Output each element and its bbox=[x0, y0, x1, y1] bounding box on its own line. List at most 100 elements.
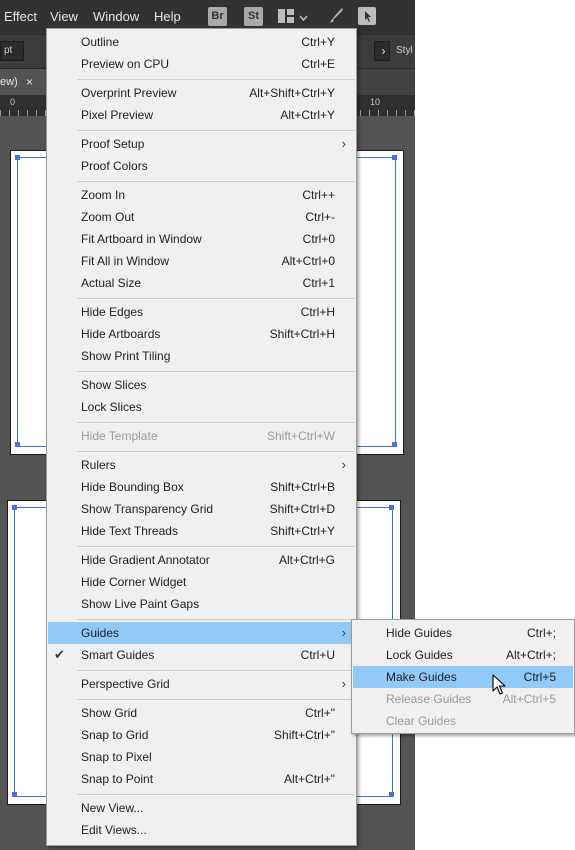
menu-item-proof-colors[interactable]: Proof Colors bbox=[48, 155, 355, 177]
menu-item-guides[interactable]: Guides › bbox=[48, 622, 355, 644]
menu-separator bbox=[77, 422, 355, 423]
menu-item-show-transparency-grid[interactable]: Show Transparency Grid Shift+Ctrl+D bbox=[48, 498, 355, 520]
menu-separator bbox=[77, 181, 355, 182]
menu-item-label: Hide Bounding Box bbox=[81, 480, 184, 494]
menu-item-hide-gradient-annotator[interactable]: Hide Gradient Annotator Alt+Ctrl+G bbox=[48, 549, 355, 571]
selection-handle[interactable] bbox=[15, 442, 20, 447]
menu-item-overprint-preview[interactable]: Overprint Preview Alt+Shift+Ctrl+Y bbox=[48, 82, 355, 104]
close-icon[interactable]: × bbox=[26, 69, 33, 96]
menu-separator bbox=[77, 699, 355, 700]
menu-item-show-print-tiling[interactable]: Show Print Tiling bbox=[48, 345, 355, 367]
menu-separator bbox=[77, 130, 355, 131]
selection-handle[interactable] bbox=[15, 155, 20, 160]
menu-item-label: New View... bbox=[81, 801, 144, 815]
ruler-label: 10 bbox=[370, 97, 381, 107]
menu-item-shortcut: Alt+Shift+Ctrl+Y bbox=[249, 86, 335, 100]
document-tab-title: ew) bbox=[0, 76, 18, 88]
arrange-documents-icon[interactable] bbox=[278, 9, 294, 23]
menu-item-label: Release Guides bbox=[386, 692, 472, 706]
menu-separator bbox=[77, 451, 355, 452]
menu-item-label: Edit Views... bbox=[81, 823, 147, 837]
menu-item-hide-template: Hide Template Shift+Ctrl+W bbox=[48, 425, 355, 447]
menu-item-edit-views[interactable]: Edit Views... bbox=[48, 819, 355, 841]
menu-item-lock-slices[interactable]: Lock Slices bbox=[48, 396, 355, 418]
chevron-down-icon[interactable] bbox=[299, 11, 308, 25]
menu-item-snap-to-pixel[interactable]: Snap to Pixel bbox=[48, 746, 355, 768]
menu-item-shortcut: Ctrl+; bbox=[526, 626, 556, 640]
menu-item-shortcut: Ctrl+U bbox=[300, 648, 335, 662]
menu-item-proof-setup[interactable]: Proof Setup › bbox=[48, 133, 355, 155]
menu-item-label: Smart Guides bbox=[81, 648, 155, 662]
menu-item-hide-text-threads[interactable]: Hide Text Threads Shift+Ctrl+Y bbox=[48, 520, 355, 542]
menu-item-fit-artboard[interactable]: Fit Artboard in Window Ctrl+0 bbox=[48, 228, 355, 250]
menu-item-shortcut: Ctrl+5 bbox=[523, 670, 556, 684]
chevron-right-icon: › bbox=[341, 457, 346, 472]
menu-item-smart-guides[interactable]: ✔ Smart Guides Ctrl+U bbox=[48, 644, 355, 666]
rocket-icon[interactable] bbox=[327, 6, 345, 29]
menu-item-hide-corner-widget[interactable]: Hide Corner Widget bbox=[48, 571, 355, 593]
chevron-right-icon[interactable]: › bbox=[374, 41, 390, 61]
menu-item-label: Guides bbox=[81, 626, 120, 640]
menu-item-hide-edges[interactable]: Hide Edges Ctrl+H bbox=[48, 301, 355, 323]
chevron-right-icon: › bbox=[341, 676, 346, 691]
checkmark-icon: ✔ bbox=[54, 647, 65, 662]
menu-item-label: Show Slices bbox=[81, 378, 147, 392]
menu-item-label: Lock Slices bbox=[81, 400, 142, 414]
menu-item-shortcut: Ctrl++ bbox=[302, 188, 335, 202]
menu-item-shortcut: Ctrl+Y bbox=[301, 35, 335, 49]
menu-item-label: Overprint Preview bbox=[81, 86, 177, 100]
menu-item-zoom-out[interactable]: Zoom Out Ctrl+- bbox=[48, 206, 355, 228]
gpu-performance-icon[interactable] bbox=[358, 7, 376, 25]
menu-item-rulers[interactable]: Rulers › bbox=[48, 454, 355, 476]
stock-icon[interactable]: St bbox=[244, 7, 263, 26]
menu-view[interactable]: View bbox=[50, 9, 78, 24]
guides-submenu: Hide Guides Ctrl+; Lock Guides Alt+Ctrl+; … bbox=[351, 619, 575, 734]
menu-item-label: Lock Guides bbox=[386, 648, 453, 662]
menu-item-label: Show Transparency Grid bbox=[81, 502, 214, 516]
menu-item-shortcut: Alt+Ctrl+5 bbox=[502, 692, 556, 706]
document-tab[interactable]: ew) × bbox=[0, 69, 46, 96]
menu-help[interactable]: Help bbox=[154, 9, 181, 24]
menu-item-snap-to-point[interactable]: Snap to Point Alt+Ctrl+" bbox=[48, 768, 355, 790]
selection-handle[interactable] bbox=[392, 442, 397, 447]
menu-effect[interactable]: Effect bbox=[4, 9, 37, 24]
menu-item-hide-artboards[interactable]: Hide Artboards Shift+Ctrl+H bbox=[48, 323, 355, 345]
menu-item-label: Zoom In bbox=[81, 188, 126, 202]
selection-handle[interactable] bbox=[392, 155, 397, 160]
menu-item-zoom-in[interactable]: Zoom In Ctrl++ bbox=[48, 184, 355, 206]
stroke-unit-field[interactable]: pt bbox=[0, 41, 24, 61]
menu-separator bbox=[77, 546, 355, 547]
bridge-icon[interactable]: Br bbox=[208, 7, 227, 26]
selection-handle[interactable] bbox=[12, 792, 17, 797]
menu-item-new-view[interactable]: New View... bbox=[48, 797, 355, 819]
selection-handle[interactable] bbox=[389, 505, 394, 510]
menu-item-label: Show Grid bbox=[81, 706, 138, 720]
menu-item-outline[interactable]: Outline Ctrl+Y bbox=[48, 31, 355, 53]
menu-item-actual-size[interactable]: Actual Size Ctrl+1 bbox=[48, 272, 355, 294]
selection-handle[interactable] bbox=[389, 792, 394, 797]
menu-item-label: Hide Template bbox=[81, 429, 158, 443]
menu-item-label: Hide Gradient Annotator bbox=[81, 553, 210, 567]
menu-item-shortcut: Ctrl+- bbox=[305, 210, 335, 224]
menu-window[interactable]: Window bbox=[93, 9, 139, 24]
menu-item-shortcut: Shift+Ctrl+B bbox=[270, 480, 335, 494]
menu-item-snap-to-grid[interactable]: Snap to Grid Shift+Ctrl+" bbox=[48, 724, 355, 746]
menu-item-label: Show Print Tiling bbox=[81, 349, 171, 363]
menu-item-label: Proof Setup bbox=[81, 137, 145, 151]
menu-item-fit-all[interactable]: Fit All in Window Alt+Ctrl+0 bbox=[48, 250, 355, 272]
menu-item-show-live-paint-gaps[interactable]: Show Live Paint Gaps bbox=[48, 593, 355, 615]
chevron-right-icon: › bbox=[341, 625, 346, 640]
menu-item-show-grid[interactable]: Show Grid Ctrl+" bbox=[48, 702, 355, 724]
menu-item-label: Hide Corner Widget bbox=[81, 575, 187, 589]
menu-item-lock-guides[interactable]: Lock Guides Alt+Ctrl+; bbox=[353, 644, 573, 666]
menu-item-label: Snap to Pixel bbox=[81, 750, 152, 764]
menu-item-show-slices[interactable]: Show Slices bbox=[48, 374, 355, 396]
menu-item-make-guides[interactable]: Make Guides Ctrl+5 bbox=[353, 666, 573, 688]
menu-item-hide-guides[interactable]: Hide Guides Ctrl+; bbox=[353, 622, 573, 644]
mouse-pointer-icon bbox=[492, 674, 506, 696]
menu-item-perspective-grid[interactable]: Perspective Grid › bbox=[48, 673, 355, 695]
selection-handle[interactable] bbox=[12, 505, 17, 510]
menu-item-pixel-preview[interactable]: Pixel Preview Alt+Ctrl+Y bbox=[48, 104, 355, 126]
menu-item-preview-on-cpu[interactable]: Preview on CPU Ctrl+E bbox=[48, 53, 355, 75]
menu-item-hide-bounding-box[interactable]: Hide Bounding Box Shift+Ctrl+B bbox=[48, 476, 355, 498]
